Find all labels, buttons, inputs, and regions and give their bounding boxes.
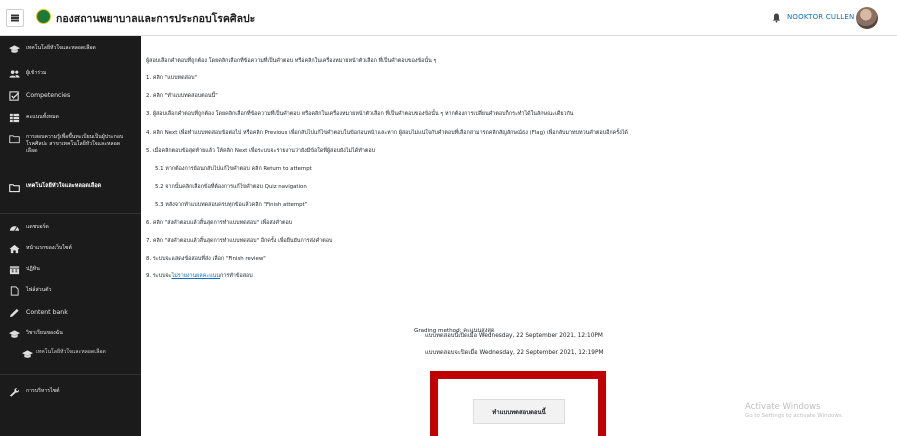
sidebar-item-label: การสอบความรู้เพื่อขึ้นทะเบียนเป็นผู้ประก… [26,134,124,154]
menu-toggle-button[interactable] [6,9,24,27]
graduation-cap-icon [9,45,20,53]
graduation-cap-icon [22,350,33,358]
dashboard-icon [9,226,20,231]
home-icon [9,244,20,254]
notification-bell-icon[interactable] [772,13,781,23]
pencil-icon [9,308,19,318]
watermark-subtitle: Go to Settings to activate Windows. [745,413,844,419]
user-menu-name[interactable]: NOOKTOR CULLEN [787,13,854,21]
sidebar-item-label: ผู้เข้าร่วม [26,70,47,76]
users-icon [9,70,20,78]
calendar-icon [9,266,20,275]
instruction-step-final: 9. ระบบจะไม่รายงานผลคะแนนการทำข้อสอบ [146,272,253,280]
folder-icon [9,135,20,144]
graduation-cap-icon [9,330,20,338]
grading-method: Grading method: คะแนนสูงสุด [414,328,495,334]
instruction-step: 6. คลิก "ส่งคำตอบแล้วสิ้นสุดการทำแบบทดสอ… [146,220,293,226]
sidebar-item-label: หน้าแรกของเว็บไซต์ [26,245,72,251]
sidebar-item-label: การบริหารไซต์ [26,388,60,394]
instruction-step: 8. ระบบจะแสดงข้อสอบที่ส่ง เลือก "Finish … [146,256,266,262]
attempt-quiz-button[interactable]: ทำแบบทดสอบตอนนี้ [473,399,565,424]
sidebar-item-label: เทคโนโลยีหัวใจและหลอดเลือด [36,349,106,355]
sidebar-item-label: ปฏิทิน [26,266,40,272]
activate-windows-watermark: Activate Windows Go to Settings to activ… [745,402,844,419]
wrench-icon [9,388,19,397]
sidebar-item-label: Competencies [26,92,71,99]
sidebar-divider [0,213,141,214]
sidebar-divider [0,374,141,375]
watermark-title: Activate Windows [745,402,821,412]
grid-icon [9,113,20,123]
hamburger-icon [11,17,19,19]
sidebar-item-label: Content bank [26,309,68,316]
instruction-step: 3. ผู้สอบเลือกคำตอบที่ถูกต้อง โดยคลิกเลื… [146,111,574,117]
sidebar-item-label: เทคโนโลยีหัวใจและหลอดเลือด [26,45,96,51]
avatar[interactable] [856,7,878,29]
nav-drawer: เทคโนโลยีหัวใจและหลอดเลือด ผู้เข้าร่วม C… [0,36,141,436]
site-logo[interactable] [36,9,51,24]
quiz-close-time: แบบทดสอบจะปิดเมื่อ Wednesday, 22 Septemb… [425,350,604,356]
top-navbar: กองสถานพยาบาลและการประกอบโรคศิลปะ NOOKTO… [0,0,897,36]
sidebar-item-label: คะแนนทั้งหมด [26,114,59,120]
instruction-step: 1. คลิก "แบบทดสอบ" [146,75,198,81]
sidebar-item-label: เทคโนโลยีหัวใจและหลอดเลือด [26,183,102,189]
final-underlined: ไม่รายงานผลคะแนน [171,273,221,279]
folder-icon [9,184,20,193]
final-suffix: การทำข้อสอบ [220,273,253,279]
file-icon [10,286,19,296]
instruction-intro: ผู้สอบเลือกคำตอบที่ถูกต้อง โดยคลิกเลือกท… [146,58,437,64]
instruction-step: 7. คลิก "ส่งคำตอบแล้วสิ้นสุดการทำแบบทดสอ… [146,238,333,244]
instruction-step: 4. คลิก Next เพื่อทำแบบทดสอบข้อต่อไป หรื… [146,130,628,136]
sidebar-item-label: วิชาเรียนของฉัน [26,330,63,336]
instruction-substep: 5.3 หลังจากทำแบบทดสอบครบทุกข้อแล้วคลิก "… [155,202,308,208]
instruction-substep: 5.2 จากนั้นคลิกเลือกข้อที่ต้องการแก้ไขคำ… [155,184,307,190]
sidebar-item-label: ไฟล์ส่วนตัว [26,287,52,293]
instruction-step: 2. คลิก "ทำแบบทดสอบตอนนี้" [146,93,218,99]
check-square-icon [9,91,20,101]
instruction-step: 5. เมื่อคลิกตอบข้อสุดท้ายแล้ว ให้คลิก Ne… [146,148,376,154]
site-name[interactable]: กองสถานพยาบาลและการประกอบโรคศิลปะ [56,10,255,27]
instruction-substep: 5.1 หากต้องการย้อนกลับไปแก้ไขคำตอบ คลิก … [155,166,312,172]
sidebar-item-label: แดชบอร์ด [26,224,49,230]
final-prefix: 9. ระบบจะ [146,273,172,279]
